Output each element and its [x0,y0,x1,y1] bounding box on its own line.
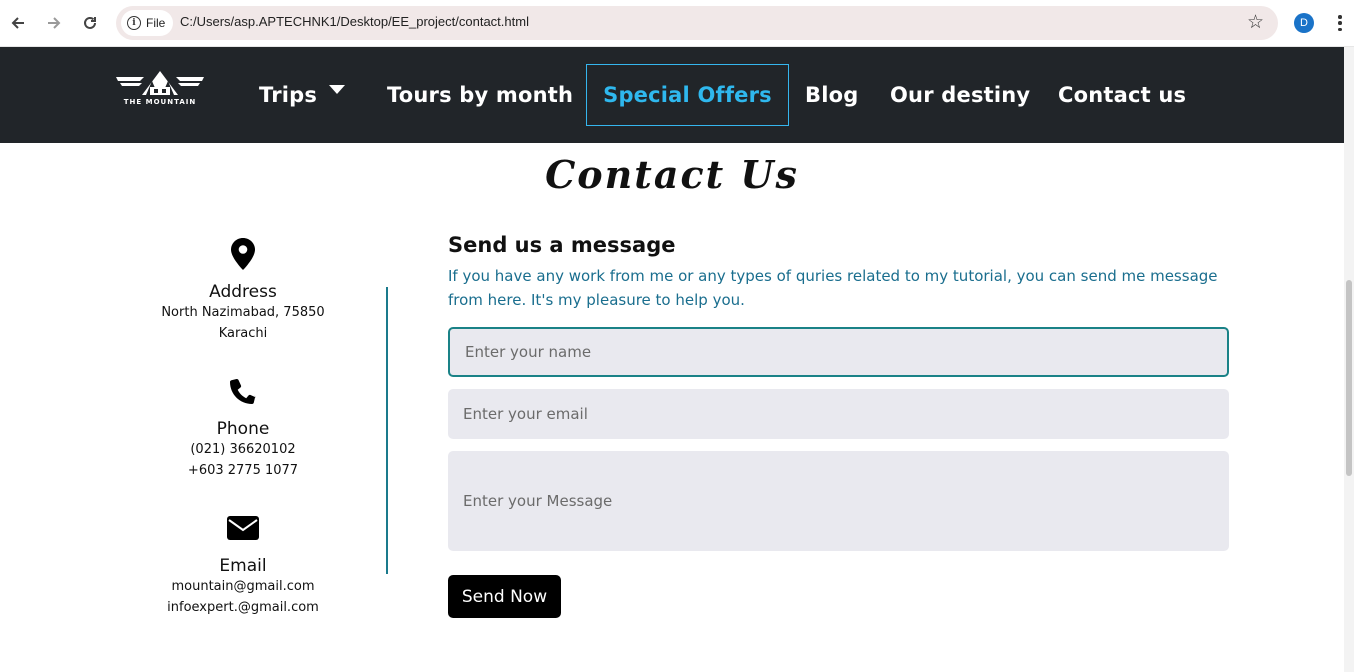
back-arrow-icon[interactable] [6,11,30,35]
email-placeholder: Enter your email [463,405,588,423]
address-line: North Nazimabad, 75850 [161,305,325,320]
site-info-chip[interactable]: i File [121,10,174,36]
send-now-button[interactable]: Send Now [448,575,561,618]
url-text[interactable]: C:/Users/asp.APTECHNK1/Desktop/EE_projec… [180,14,529,29]
name-placeholder: Enter your name [465,343,592,361]
form-heading: Send us a message [448,233,676,257]
forward-arrow-icon[interactable] [42,11,66,35]
nav-trips[interactable]: Trips [259,64,346,126]
email-input[interactable]: Enter your email [448,389,1229,439]
vertical-divider [386,287,388,574]
site-logo[interactable]: THE MOUNTAIN [112,67,208,111]
nav-trips-label: Trips [259,83,318,107]
mountain-logo-icon [116,71,204,95]
address-heading: Address [209,282,277,302]
address-bar[interactable]: i File C:/Users/asp.APTECHNK1/Desktop/EE… [116,6,1278,40]
email-heading: Email [219,556,267,576]
nav-special-offers[interactable]: Special Offers [586,64,789,126]
nav-our-destiny[interactable]: Our destiny [890,64,1030,126]
bookmark-star-icon[interactable]: ☆ [1247,11,1264,33]
phone-line: (021) 36620102 [190,442,296,457]
message-textarea[interactable]: Enter your Message [448,451,1229,551]
phone-heading: Phone [216,419,270,439]
phone-block: Phone (021) 36620102 +603 2775 1077 [142,373,344,481]
map-pin-icon [142,236,344,272]
form-description: If you have any work from me or any type… [448,267,1218,309]
browser-toolbar: i File C:/Users/asp.APTECHNK1/Desktop/EE… [0,0,1354,47]
nav-tours-by-month[interactable]: Tours by month [387,64,573,126]
address-line: Karachi [218,326,268,341]
email-line: infoexpert.@gmail.com [167,600,319,615]
address-block: Address North Nazimabad, 75850 Karachi [142,236,344,344]
scrollbar-thumb[interactable] [1346,280,1352,476]
reload-icon[interactable] [78,11,102,35]
message-placeholder: Enter your Message [463,492,613,510]
browser-menu-icon[interactable] [1332,12,1348,34]
nav-contact-us[interactable]: Contact us [1058,64,1186,126]
phone-line: +603 2775 1077 [187,463,299,478]
nav-blog[interactable]: Blog [805,64,858,126]
name-input[interactable]: Enter your name [448,327,1229,377]
site-info-label: File [146,16,166,30]
envelope-icon [142,510,344,546]
email-line: mountain@gmail.com [171,579,315,594]
email-block: Email mountain@gmail.com infoexpert.@gma… [142,510,344,618]
logo-text: THE MOUNTAIN [123,98,197,106]
profile-avatar[interactable]: D [1294,13,1314,33]
info-icon: i [127,16,141,30]
page-title: Contact Us [545,152,799,197]
phone-icon [142,373,344,409]
caret-down-icon [329,84,346,94]
site-header: THE MOUNTAIN Trips Tours by month Specia… [0,47,1344,143]
